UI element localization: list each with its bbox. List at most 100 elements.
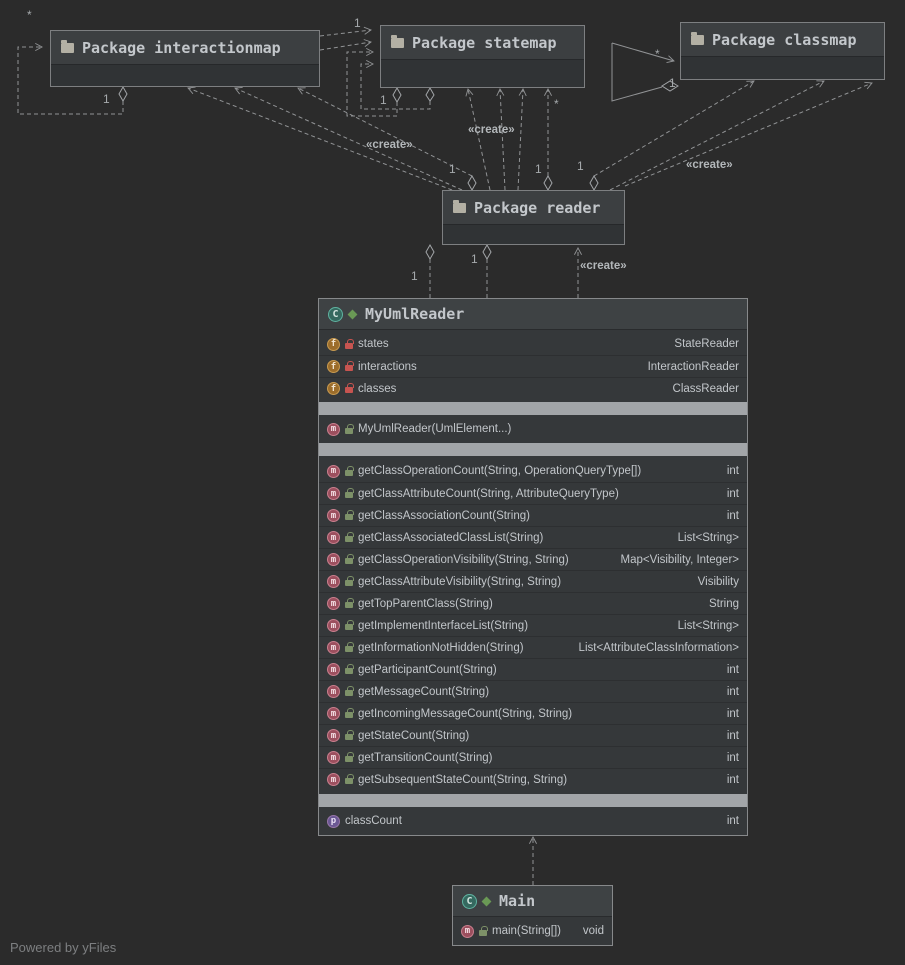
package-node-reader[interactable]: Package reader (442, 190, 625, 245)
visibility-lock-icon (479, 925, 488, 936)
method-name: getImplementInterfaceList(String) (358, 619, 529, 632)
method-name: getStateCount(String) (358, 729, 470, 742)
multiplicity-label: * (655, 47, 660, 61)
method-return-type: void (582, 925, 604, 937)
package-body (443, 225, 624, 244)
field-icon: f (327, 360, 340, 373)
method-name: getSubsequentStateCount(String, String) (358, 773, 568, 786)
method-name: main(String[]) (492, 925, 562, 937)
package-title: Package classmap (712, 30, 857, 49)
visibility-lock-icon (345, 510, 354, 520)
yfiles-watermark: Powered by yFiles (10, 940, 117, 955)
class-node-main[interactable]: C Main m main(String[]) void (452, 885, 613, 946)
property-row[interactable]: p classCount int (319, 810, 747, 832)
method-row[interactable]: m getClassAssociatedClassList(String) Li… (319, 526, 747, 548)
constructor-section: m MyUmlReader(UmlElement...) (319, 415, 747, 443)
field-icon: f (327, 337, 340, 351)
method-name: getTransitionCount(String) (358, 751, 493, 764)
property-type: int (726, 815, 739, 827)
package-folder-icon (61, 39, 74, 53)
method-return-type: int (726, 773, 739, 786)
class-title: Main (499, 892, 536, 910)
multiplicity-label: 1 (380, 93, 387, 107)
visibility-lock-icon (345, 708, 354, 718)
method-row[interactable]: m getStateCount(String) int (319, 724, 747, 746)
visibility-lock-icon (345, 423, 354, 434)
package-node-classmap[interactable]: Package classmap (680, 22, 885, 80)
field-name: states (358, 338, 389, 350)
class-icon: C (462, 893, 477, 909)
method-icon: m (327, 729, 340, 742)
method-return-type: int (726, 707, 739, 720)
package-folder-icon (391, 34, 404, 48)
method-name: getParticipantCount(String) (358, 663, 497, 676)
method-icon: m (327, 685, 340, 698)
visibility-lock-icon (345, 664, 354, 674)
method-return-type: int (726, 663, 739, 676)
multiplicity-label: 1 (103, 92, 110, 106)
package-folder-icon (691, 31, 704, 45)
field-name: classes (358, 382, 397, 395)
class-rune-icon (347, 309, 358, 319)
method-icon: m (327, 487, 340, 500)
visibility-lock-icon (345, 598, 354, 608)
method-icon: m (461, 924, 474, 938)
visibility-lock-icon (345, 686, 354, 696)
section-separator (319, 402, 747, 415)
method-row[interactable]: m getTransitionCount(String) int (319, 746, 747, 768)
property-icon: p (327, 814, 340, 828)
methods-section: m main(String[]) void (453, 917, 612, 945)
package-title: Package interactionmap (82, 38, 281, 57)
field-type: ClassReader (672, 382, 739, 395)
method-row[interactable]: m getClassOperationCount(String, Operati… (319, 460, 747, 482)
method-row[interactable]: m getSubsequentStateCount(String, String… (319, 768, 747, 790)
method-return-type: int (726, 751, 739, 764)
method-row[interactable]: m getIncomingMessageCount(String, String… (319, 702, 747, 724)
package-body (381, 60, 584, 87)
field-row[interactable]: f interactions InteractionReader (319, 355, 747, 377)
method-icon: m (327, 663, 340, 676)
method-return-type: List<String> (677, 619, 739, 632)
visibility-lock-icon (345, 465, 354, 476)
package-node-interactionmap[interactable]: Package interactionmap (50, 30, 320, 87)
method-return-type: Visibility (697, 575, 739, 588)
method-name: getInformationNotHidden(String) (358, 641, 524, 654)
package-node-statemap[interactable]: Package statemap (380, 25, 585, 88)
visibility-lock-icon (345, 774, 354, 784)
package-header: Package interactionmap (51, 31, 319, 65)
package-body (681, 57, 884, 79)
method-row[interactable]: m getTopParentClass(String) String (319, 592, 747, 614)
class-node-myumlreader[interactable]: C MyUmlReader f states StateReader f int… (318, 298, 748, 836)
method-name: getClassAssociatedClassList(String) (358, 531, 544, 544)
method-row[interactable]: m getParticipantCount(String) int (319, 658, 747, 680)
visibility-lock-icon (345, 488, 354, 498)
class-rune-icon (481, 896, 492, 906)
field-row[interactable]: f states StateReader (319, 333, 747, 355)
method-row[interactable]: m getInformationNotHidden(String) List<A… (319, 636, 747, 658)
method-row[interactable]: m getClassAttributeCount(String, Attribu… (319, 482, 747, 504)
method-icon: m (327, 531, 340, 544)
constructor-row[interactable]: m MyUmlReader(UmlElement...) (319, 418, 747, 440)
method-return-type: String (708, 597, 739, 610)
visibility-lock-icon (345, 730, 354, 740)
multiplicity-label: 1 (669, 76, 676, 90)
method-icon: m (327, 464, 340, 478)
method-row[interactable]: m getClassOperationVisibility(String, St… (319, 548, 747, 570)
method-row[interactable]: m getMessageCount(String) int (319, 680, 747, 702)
method-row[interactable]: m main(String[]) void (453, 920, 612, 942)
multiplicity-label: 1 (411, 269, 418, 283)
create-stereotype-label: «create» (580, 260, 627, 272)
create-stereotype-label: «create» (468, 124, 515, 136)
method-row[interactable]: m getClassAssociationCount(String) int (319, 504, 747, 526)
method-row[interactable]: m getClassAttributeVisibility(String, St… (319, 570, 747, 592)
method-name: getClassAssociationCount(String) (358, 509, 530, 522)
private-lock-icon (345, 383, 354, 393)
field-row[interactable]: f classes ClassReader (319, 377, 747, 399)
method-name: getIncomingMessageCount(String, String) (358, 707, 573, 720)
method-row[interactable]: m getImplementInterfaceList(String) List… (319, 614, 747, 636)
method-icon: m (327, 707, 340, 720)
visibility-lock-icon (345, 620, 354, 630)
multiplicity-label: 1 (354, 16, 361, 30)
uml-diagram-canvas[interactable]: Package interactionmap Package statemap … (0, 0, 905, 965)
method-name: getClassAttributeCount(String, Attribute… (358, 487, 619, 500)
